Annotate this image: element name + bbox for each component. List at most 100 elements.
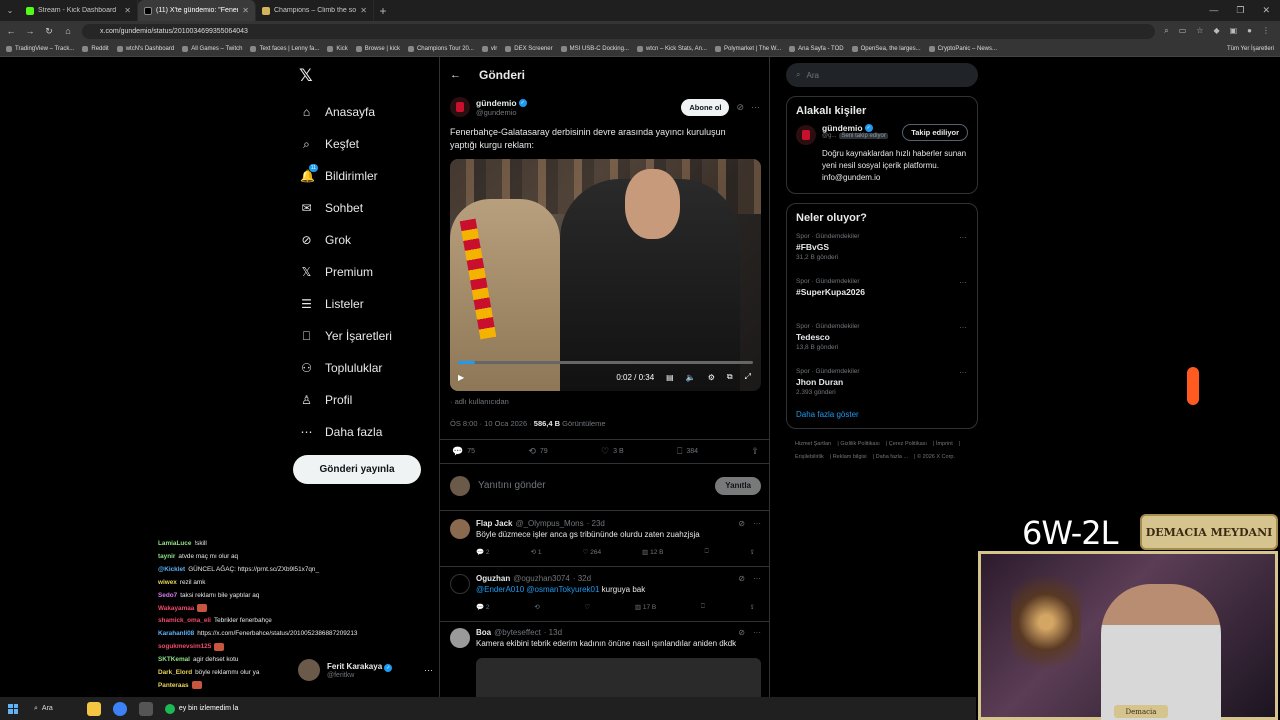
subscribe-button[interactable]: Abone ol [681,98,730,116]
views-action[interactable]: ▥ 17 B [635,603,656,611]
nav-item-bookmark[interactable]: ⎕ Yer İşaretleri [300,320,392,352]
trend-item[interactable]: Spor · Gündemdekiler #SuperKupa2026 ··· [787,275,977,320]
search-input[interactable]: ⌕ Ara [786,63,978,87]
more-dots-icon[interactable]: ··· [959,368,967,377]
bookmark-action[interactable]: ⎕ 384 [677,446,698,457]
reply-post[interactable]: Flap Jack @_Olympus_Mons · 23d ⊘ ··· Böyle dü… [440,519,769,556]
bookmark-item[interactable]: MSI USB-C Docking... [560,45,629,52]
nav-item-x-premium[interactable]: 𝕏 Premium [300,256,392,288]
home-icon[interactable]: ⌂ [63,26,73,36]
heart-action[interactable]: ♡ 264 [583,548,602,556]
repost-action[interactable]: ⟲ 1 [531,548,542,556]
more-dots-icon[interactable]: ··· [959,278,967,287]
bookmark-item[interactable]: OpenSea, the larges... [851,45,921,52]
more-dots-icon[interactable]: ··· [959,233,967,242]
reply-post[interactable]: Oguzhan @oguzhan3074 · 32d ⊘ ··· @EnderA010 @… [440,574,769,611]
avatar[interactable] [450,97,470,117]
cast-icon[interactable]: ▭ [1179,26,1187,36]
tab-champions[interactable]: Champions – Climb the solo qu... ✕ [256,0,374,21]
more-dots-icon[interactable]: ··· [753,519,761,528]
footer-link[interactable]: Çerez Politikası [889,441,927,447]
bookmark-item[interactable]: TradingView – Track... [6,45,74,52]
reply-input[interactable]: Yanıtını gönder [478,480,546,491]
share-action[interactable]: ⇪ [751,446,759,457]
volume-icon[interactable]: 🔈 [686,373,696,382]
bookmark-item[interactable]: Polymarket | The W... [714,45,781,52]
bookmark-item[interactable]: All Games – Twitch [182,45,242,52]
more-dots-icon[interactable]: ··· [424,665,433,675]
bookmark-item[interactable]: Text faces | Lenny fa... [250,45,319,52]
author-handle[interactable]: @gundemio [476,108,527,117]
avatar[interactable] [450,574,470,594]
avatar[interactable] [450,628,470,648]
mention-link[interactable]: @EnderA010 @osmanTokyurek01 [476,585,599,594]
url-field[interactable]: x.com/gundemio/status/201003469935506404… [82,23,1156,39]
file-explorer-icon[interactable] [86,701,101,716]
settings-gear-icon[interactable]: ⚙ [708,373,715,382]
more-dots-icon[interactable]: ··· [751,102,760,112]
zoom-icon[interactable]: ⌕ [1164,26,1168,36]
nav-item-mail[interactable]: ✉ Sohbet [300,192,392,224]
bookmark-item[interactable]: wtcN's Dashboard [116,45,174,52]
trend-item[interactable]: Spor · Gündemdekiler #FBvGS 31,2 B gönderi… [787,230,977,275]
more-dots-icon[interactable]: ··· [753,574,761,583]
repost-action[interactable]: ⟲ [534,603,539,611]
profile-avatar-icon[interactable]: ● [1247,26,1252,36]
footer-link[interactable]: © 2026 X Corp. [917,454,955,460]
close-icon[interactable]: ✕ [360,6,367,15]
nav-item-more-circle[interactable]: ⋯ Daha fazla [300,416,392,448]
heart-action[interactable]: ♡ [584,603,590,611]
nav-item-grok[interactable]: ⊘ Grok [300,224,392,256]
reply-button[interactable]: Yanıtla [715,476,761,495]
reply-action[interactable]: 💬 2 [476,548,490,556]
nav-item-communities[interactable]: ⚇ Topluluklar [300,352,392,384]
pip-icon[interactable]: ⧉ [727,372,733,382]
bookmark-item[interactable]: DEX Screener [505,45,553,52]
bookmark-item[interactable]: Ana Sayfa - TOD [789,45,844,52]
tab-search-icon[interactable]: ⌄ [0,0,20,21]
footer-link[interactable]: Hizmet Şartları [795,441,831,447]
maximize-icon[interactable]: ❐ [1236,5,1244,16]
reply-author-name[interactable]: Boa [476,628,491,637]
back-arrow-icon[interactable]: ← [6,26,16,36]
bookmark-item[interactable]: CryptoPanic – News... [928,45,997,52]
post-button[interactable]: Gönderi yayınla [293,455,421,484]
menu-dots-icon[interactable]: ⋮ [1262,26,1270,36]
views-action[interactable]: ▥ 12 B [642,548,663,556]
reply-author-handle[interactable]: @_Olympus_Mons [515,519,583,528]
extension-icon[interactable]: ◆ [1213,26,1219,36]
reply-action[interactable]: 💬 2 [476,603,490,611]
nav-item-list[interactable]: ☰ Listeler [300,288,392,320]
puzzle-icon[interactable]: ▣ [1230,26,1238,36]
spotify-widget[interactable]: ey bin izlemedim la [164,703,238,714]
back-arrow-icon[interactable]: ← [450,69,461,81]
reply-author-handle[interactable]: @byteseffect [494,628,541,637]
bookmark-action[interactable]: ⎕ [701,603,705,611]
author-name[interactable]: gündemio ✓ [476,98,527,108]
more-dots-icon[interactable]: ··· [753,628,761,637]
nav-item-profile[interactable]: ♙ Profil [300,384,392,416]
bookmark-item[interactable]: Champions Tour 20... [407,45,474,52]
nav-item-home[interactable]: ⌂ Anasayfa [300,96,392,128]
trend-item[interactable]: Spor · Gündemdekiler Jhon Duran 2.393 gönd… [787,365,977,410]
reply-post[interactable]: Boa @byteseffect · 13d ⊘ ··· Kamera ekibini t… [440,628,769,698]
reload-icon[interactable]: ↻ [44,26,54,37]
bookmark-item[interactable]: vlr [481,45,497,52]
close-icon[interactable]: ✕ [124,6,131,15]
taskbar-search[interactable]: ⌕ Ara [30,705,75,713]
reply-author-name[interactable]: Flap Jack [476,519,512,528]
grok-icon[interactable]: ⊘ [738,628,745,637]
play-icon[interactable]: ▶ [458,373,464,382]
all-bookmarks-link[interactable]: Tüm Yer İşaretleri [1227,46,1274,52]
avatar[interactable] [450,519,470,539]
bookmark-item[interactable]: wtcn – Kick Stats, An... [636,45,707,52]
bookmark-action[interactable]: ⎕ [705,548,709,556]
reply-author-name[interactable]: Oguzhan [476,574,510,583]
nav-item-search[interactable]: ⌕ Keşfet [300,128,392,160]
show-more-link[interactable]: Daha fazla göster [787,410,977,429]
share-action[interactable]: ⇪ [749,603,754,611]
forward-arrow-icon[interactable]: → [25,26,35,36]
like-action[interactable]: ♡ 3 B [601,446,624,457]
following-button[interactable]: Takip ediliyor [902,124,968,141]
fullscreen-icon[interactable]: ⤢ [745,372,751,382]
